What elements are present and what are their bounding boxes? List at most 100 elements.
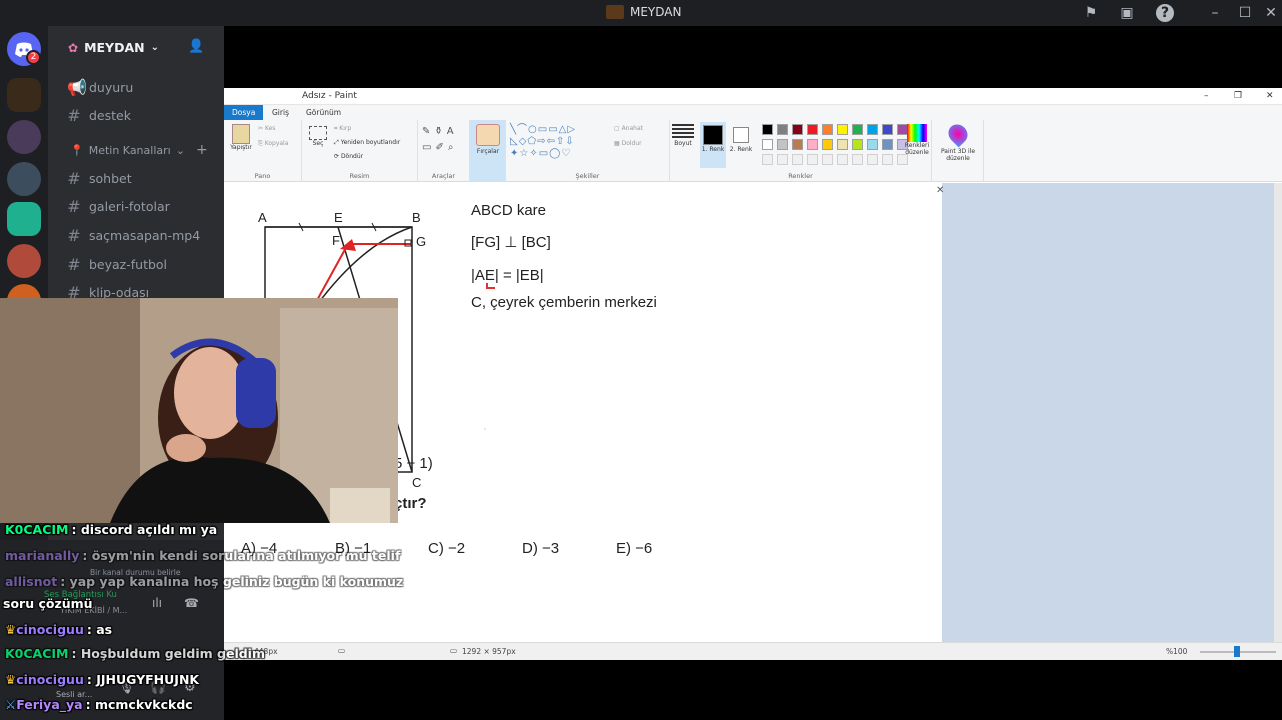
select-button[interactable]: Seç: [306, 126, 330, 147]
shapes-gallery[interactable]: ╲⌒○▭▭△▷ ◺◇⬠⇨⇦⇧⇩ ✦☆✧▭◯♡: [510, 124, 610, 164]
inbox-icon[interactable]: ▣: [1118, 4, 1136, 22]
headphones-icon[interactable]: 🎧: [150, 680, 166, 695]
color-swatch[interactable]: [867, 124, 878, 135]
outline-button[interactable]: ▢ Anahat: [614, 125, 643, 132]
color-swatch[interactable]: [822, 124, 833, 135]
color-swatch[interactable]: [822, 139, 833, 150]
hash-icon: #: [67, 197, 81, 216]
color-swatch[interactable]: [852, 139, 863, 150]
maximize-icon[interactable]: ❐: [1234, 88, 1242, 105]
color1-button[interactable]: 1. Renk: [700, 122, 726, 168]
server-avatar-icon[interactable]: [7, 120, 41, 154]
color-swatch[interactable]: [882, 124, 893, 135]
server-avatar-icon[interactable]: [7, 244, 41, 278]
color-swatch[interactable]: [852, 124, 863, 135]
empty-swatch[interactable]: [762, 154, 773, 165]
color-swatch[interactable]: [807, 124, 818, 135]
close-icon[interactable]: ✕: [1266, 88, 1274, 105]
server-header[interactable]: ✿ MEYDAN ⌄: [68, 40, 159, 55]
brushes-button[interactable]: Fırçalar: [470, 120, 506, 182]
clipboard-icon: [232, 124, 250, 144]
server-name: MEYDAN: [84, 40, 145, 55]
color-swatch[interactable]: [837, 139, 848, 150]
tab-dosya[interactable]: Dosya: [224, 105, 264, 120]
edit-colors-button[interactable]: Renkleri düzenle: [902, 124, 932, 156]
copy-button[interactable]: ⎘ Kopyala: [258, 140, 288, 148]
color2-button[interactable]: 2. Renk: [728, 122, 754, 153]
paste-button[interactable]: Yapıştır: [228, 124, 254, 151]
label-e: E: [334, 210, 343, 225]
tab-gorunum[interactable]: Görünüm: [298, 105, 349, 120]
channel-sohbet[interactable]: # sohbet: [67, 169, 217, 188]
cut-button[interactable]: ✂ Kes: [258, 125, 275, 132]
rotate-button[interactable]: ⟳ Döndür: [334, 153, 363, 160]
pencil-icon[interactable]: ✎⚱A: [422, 126, 458, 137]
server-icon: ✿: [68, 40, 79, 55]
cut-label: Kes: [264, 125, 276, 132]
empty-swatch[interactable]: [777, 154, 788, 165]
status-prompt[interactable]: Bir kanal durumu belirle: [90, 568, 180, 577]
add-member-icon[interactable]: 👤: [188, 39, 204, 54]
close-icon[interactable]: ✕: [936, 185, 944, 196]
color-swatch[interactable]: [837, 124, 848, 135]
color-swatch[interactable]: [777, 139, 788, 150]
channel-galeri-fotolar[interactable]: # galeri-fotolar: [67, 197, 217, 216]
paint3d-button[interactable]: Paint 3D ile düzenle: [932, 120, 984, 182]
empty-swatch[interactable]: [837, 154, 848, 165]
channel-sacmasapan-mp4[interactable]: # saçmasapan-mp4: [67, 226, 217, 245]
close-icon[interactable]: ✕: [1262, 4, 1280, 22]
status-bar: 448px ▭ ▭ 1292 × 957px %100: [224, 642, 1282, 660]
server-avatar-icon[interactable]: [7, 162, 41, 196]
group-label: Araçlar: [431, 172, 456, 180]
fill-button[interactable]: ▦ Doldur: [614, 140, 642, 147]
color1-label: 1. Renk: [701, 146, 725, 153]
disconnect-icon[interactable]: ☎: [184, 596, 199, 610]
label-g: G: [416, 234, 427, 249]
channel-duyuru[interactable]: 📢 duyuru: [67, 78, 217, 97]
color-swatch[interactable]: [792, 139, 803, 150]
microphone-icon[interactable]: 🎙: [118, 680, 135, 695]
color-swatch[interactable]: [762, 124, 773, 135]
server-meydan-icon[interactable]: [7, 78, 41, 112]
eraser-icon[interactable]: ▭✐⌕: [422, 142, 457, 153]
color-swatch[interactable]: [867, 139, 878, 150]
zoom-thumb[interactable]: [1234, 646, 1240, 657]
resize-button[interactable]: ⤢ Yeniden boyutlandır: [334, 139, 400, 147]
empty-swatch[interactable]: [882, 154, 893, 165]
empty-swatch[interactable]: [867, 154, 878, 165]
voice-panel: Ses Bağlantısı Ku YIKIM EKİBİ / M... Bir…: [0, 540, 224, 720]
empty-swatch[interactable]: [792, 154, 803, 165]
tab-giris[interactable]: Giriş: [264, 105, 297, 120]
color-swatch[interactable]: [777, 124, 788, 135]
flag-icon[interactable]: ⚑: [1082, 4, 1100, 22]
server-valorant-icon[interactable]: [7, 202, 41, 236]
settings-icon[interactable]: ⚙: [184, 680, 196, 695]
channel-beyaz-futbol[interactable]: # beyaz-futbol: [67, 255, 217, 274]
color-swatch[interactable]: [807, 139, 818, 150]
noise-icon[interactable]: ılı: [152, 596, 162, 610]
color-swatch[interactable]: [762, 139, 773, 150]
crop-button[interactable]: ⌗ Kırp: [334, 125, 351, 133]
category-header[interactable]: 📍 Metin Kanalları ⌄: [70, 144, 185, 157]
empty-swatch[interactable]: [822, 154, 833, 165]
color-swatch[interactable]: [882, 139, 893, 150]
minimize-icon[interactable]: –: [1206, 4, 1224, 22]
empty-swatch[interactable]: [852, 154, 863, 165]
size-button[interactable]: Boyut: [670, 124, 696, 147]
group-resim: Seç ⌗ Kırp ⤢ Yeniden boyutlandır ⟳ Döndü…: [302, 120, 418, 182]
color-swatch[interactable]: [792, 124, 803, 135]
empty-swatch[interactable]: [807, 154, 818, 165]
maximize-icon[interactable]: ☐: [1236, 4, 1254, 22]
group-sekiller: ╲⌒○▭▭△▷ ◺◇⬠⇨⇦⇧⇩ ✦☆✧▭◯♡ ▢ Anahat ▦ Doldur Ş…: [506, 120, 670, 182]
scrollbar[interactable]: [1274, 183, 1282, 642]
minimize-icon[interactable]: –: [1204, 88, 1209, 105]
resize-label: Yeniden boyutlandır: [340, 139, 401, 146]
voice-channel-label: YIKIM EKİBİ / M...: [60, 606, 128, 615]
group-label: Şekiller: [575, 172, 600, 180]
paint-title: Adsız - Paint: [302, 91, 357, 101]
add-channel-icon[interactable]: +: [196, 142, 208, 158]
cursor-position: 448px: [254, 647, 278, 656]
help-icon[interactable]: ?: [1156, 4, 1174, 22]
option-d: D) −3: [522, 540, 560, 557]
channel-destek[interactable]: # destek: [67, 106, 217, 125]
